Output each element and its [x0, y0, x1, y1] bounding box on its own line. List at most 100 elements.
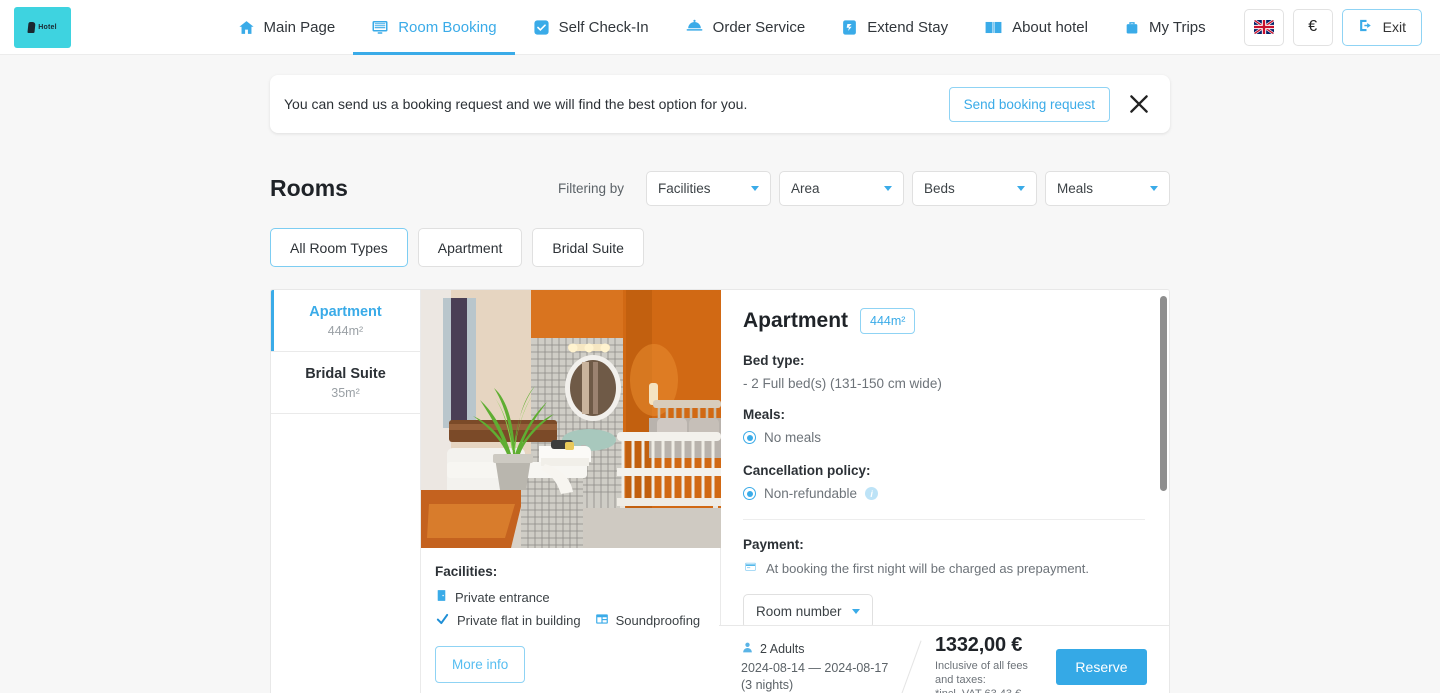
- room-photo-image: [421, 290, 721, 548]
- radio-selected-icon: [743, 431, 756, 444]
- radio-selected-icon: [743, 487, 756, 500]
- page-content: You can send us a booking request and we…: [270, 55, 1170, 693]
- uk-flag-icon: [1253, 20, 1274, 34]
- tab-apartment[interactable]: Apartment: [417, 228, 523, 267]
- rooms-header: Rooms Filtering by Facilities Area Beds …: [270, 171, 1170, 206]
- room-photo[interactable]: [421, 290, 721, 548]
- room-type-tabs: All Room Types Apartment Bridal Suite: [270, 228, 1170, 267]
- filter-area[interactable]: Area: [779, 171, 904, 206]
- cancellation-option-non-refundable[interactable]: Non-refundable i: [743, 486, 1145, 501]
- facility-label: Private flat in building: [457, 613, 581, 628]
- facilities-section: Facilities: Private entrance Private fla…: [421, 548, 720, 629]
- page-title: Rooms: [270, 175, 348, 201]
- filter-meals[interactable]: Meals: [1045, 171, 1170, 206]
- reserve-button[interactable]: Reserve: [1056, 649, 1147, 685]
- nav-item-main-page[interactable]: Main Page: [220, 0, 354, 55]
- divider-diagonal: [891, 639, 931, 693]
- price-note: Inclusive of all fees and taxes:: [935, 659, 1028, 686]
- nav-item-label: Order Service: [712, 18, 806, 36]
- bed-type-value: - 2 Full bed(s) (131-150 cm wide): [743, 376, 942, 391]
- filter-facilities[interactable]: Facilities: [646, 171, 771, 206]
- room-media-column: Facilities: Private entrance Private fla…: [421, 290, 721, 693]
- exit-button[interactable]: Exit: [1341, 8, 1422, 46]
- facility-label: Soundproofing: [615, 613, 701, 628]
- send-booking-request-button[interactable]: Send booking request: [948, 86, 1110, 122]
- chevron-down-icon: [1017, 186, 1025, 191]
- room-card: Apartment 444m² Bridal Suite 35m² Facili…: [270, 289, 1170, 693]
- close-icon[interactable]: [1126, 91, 1152, 117]
- stay-dates: 2024-08-14 — 2024-08-17 (3 nights): [741, 660, 891, 693]
- facilities-list: Private entrance Private flat in buildin…: [435, 588, 706, 629]
- check-icon: [435, 612, 450, 629]
- scrollbar-thumb[interactable]: [1160, 296, 1167, 491]
- hotel-logo[interactable]: Hotel: [14, 6, 71, 48]
- logo-text: Hotel: [38, 23, 57, 31]
- chevron-down-icon: [851, 609, 860, 614]
- tab-bridal-suite[interactable]: Bridal Suite: [532, 228, 644, 267]
- check-square-icon: [533, 19, 550, 36]
- nav-item-label: Main Page: [263, 18, 336, 36]
- filter-label: Area: [791, 181, 820, 196]
- chevron-down-icon: [1150, 186, 1158, 191]
- extend-stay-icon: [841, 19, 858, 36]
- guest-info: 2 Adults 2024-08-14 — 2024-08-17 (3 nigh…: [741, 641, 891, 693]
- suitcase-icon: [1124, 19, 1140, 36]
- room-list-item-apartment[interactable]: Apartment 444m²: [271, 290, 420, 352]
- filter-label: Facilities: [658, 181, 711, 196]
- exit-label: Exit: [1382, 19, 1406, 35]
- chevron-down-icon: [884, 186, 892, 191]
- chevron-down-icon: [751, 186, 759, 191]
- info-icon[interactable]: i: [865, 487, 879, 500]
- meals-option-label: No meals: [764, 430, 822, 445]
- payment-text: At booking the first night will be charg…: [766, 560, 1090, 576]
- credit-card-icon: [743, 560, 758, 576]
- room-area: 444m²: [327, 324, 364, 338]
- nav-item-self-check-in[interactable]: Self Check-In: [515, 0, 667, 55]
- home-icon: [238, 19, 255, 36]
- nav-item-extend-stay[interactable]: Extend Stay: [823, 0, 966, 55]
- booking-request-banner: You can send us a booking request and we…: [270, 75, 1170, 133]
- room-name: Apartment: [309, 304, 382, 320]
- meals-option-no-meals[interactable]: No meals: [743, 430, 1145, 445]
- room-number-label: Room number: [756, 604, 842, 619]
- date-range: 2024-08-14 — 2024-08-17: [741, 660, 889, 675]
- facilities-title: Facilities:: [435, 564, 498, 579]
- room-details-title: Apartment: [743, 309, 849, 332]
- area-badge: 444m²: [860, 308, 916, 334]
- language-button[interactable]: [1243, 8, 1284, 46]
- door-icon: [435, 588, 448, 606]
- nav-item-about-hotel[interactable]: About hotel: [966, 0, 1106, 55]
- room-details-content: Apartment 444m² Bed type: - 2 Full bed(s…: [721, 290, 1169, 662]
- currency-button[interactable]: €: [1292, 8, 1333, 46]
- nav-item-room-booking[interactable]: Room Booking: [353, 0, 516, 55]
- cancellation-option-label: Non-refundable: [764, 486, 858, 501]
- nav-menu: Main Page Room Booking Self Check-In Ord…: [220, 0, 1224, 55]
- nav-item-order-service[interactable]: Order Service: [667, 0, 824, 55]
- tab-all-room-types[interactable]: All Room Types: [270, 228, 408, 267]
- filter-beds[interactable]: Beds: [912, 171, 1037, 206]
- currency-label: €: [1308, 18, 1318, 35]
- room-number-select[interactable]: Room number: [743, 594, 873, 629]
- nav-right-controls: € Exit: [1243, 8, 1422, 46]
- top-navigation-bar: Hotel Main Page Room Booking Self Check-…: [0, 0, 1440, 55]
- person-icon: [741, 641, 754, 657]
- room-list: Apartment 444m² Bridal Suite 35m²: [271, 290, 421, 693]
- book-icon: [984, 18, 1003, 37]
- more-info-button[interactable]: More info: [435, 646, 526, 683]
- facility-private-flat-in-building: Private flat in building: [435, 612, 581, 629]
- room-list-item-bridal-suite[interactable]: Bridal Suite 35m²: [271, 352, 420, 414]
- divider: [743, 519, 1145, 520]
- room-area: 35m²: [331, 386, 360, 400]
- room-booking-icon: [371, 18, 389, 36]
- facility-private-entrance: Private entrance: [435, 588, 550, 606]
- guest-count-label: 2 Adults: [760, 641, 805, 656]
- nav-item-my-trips[interactable]: My Trips: [1106, 0, 1224, 55]
- booking-bar: 2 Adults 2024-08-14 — 2024-08-17 (3 nigh…: [719, 625, 1169, 693]
- banner-text: You can send us a booking request and we…: [284, 96, 748, 112]
- facility-soundproofing: Soundproofing: [595, 612, 701, 629]
- facility-label: Private entrance: [455, 589, 550, 605]
- soundproofing-icon: [595, 612, 609, 629]
- guest-count: 2 Adults: [741, 641, 891, 657]
- bed-type-label: Bed type:: [743, 353, 805, 368]
- cancellation-policy-label: Cancellation policy:: [743, 463, 871, 478]
